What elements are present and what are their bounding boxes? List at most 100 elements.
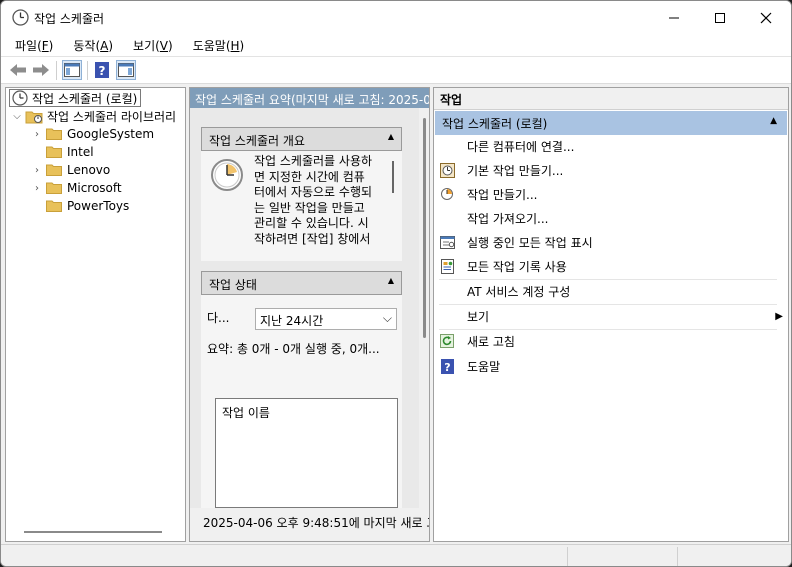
action-label: 모든 작업 기록 사용: [467, 259, 567, 274]
menu-action[interactable]: 동작(A): [67, 37, 119, 54]
toolbar-separator: [87, 61, 88, 80]
status-section-header[interactable]: 작업 상태 ▲: [201, 271, 402, 295]
actions-group-header[interactable]: 작업 스케줄러 (로컬) ▲: [435, 111, 787, 135]
last-refresh-text: 2025-04-06 오후 9:48:51에 마지막 새로 고침: [203, 516, 429, 530]
history-icon: [439, 258, 455, 274]
summary-content: 작업 스케줄러 개요 ▲ 작업 스케줄러를 사용하면 지정한 시간에 컴퓨터에서…: [190, 108, 419, 520]
tree-item-library[interactable]: ⌵ 작업 스케줄러 라이브러리: [11, 107, 176, 125]
close-icon: [760, 12, 772, 23]
summary-pane: 작업 스케줄러 요약(마지막 새로 고침: 2025-04-06 오후 9:48…: [189, 87, 430, 542]
refresh-icon: [439, 333, 455, 349]
help-button[interactable]: ?: [92, 60, 112, 80]
tree-item-label: GoogleSystem: [67, 127, 155, 141]
show-hide-action-pane-button[interactable]: [116, 60, 136, 80]
task-status-list[interactable]: 작업 이름: [215, 398, 398, 508]
scrollbar-thumb[interactable]: [423, 118, 426, 338]
action-import-task[interactable]: 작업 가져오기...: [439, 207, 777, 229]
folder-icon: [46, 182, 62, 194]
toolbar: ?: [1, 56, 791, 84]
period-select[interactable]: 지난 24시간 ⌵: [255, 308, 397, 330]
chevron-right-icon[interactable]: ›: [31, 165, 43, 176]
status-filter-label: 다...: [207, 311, 230, 325]
collapse-icon[interactable]: ▲: [388, 132, 394, 141]
column-header-task-name[interactable]: 작업 이름: [222, 406, 270, 420]
period-select-value: 지난 24시간: [260, 314, 324, 328]
svg-text:?: ?: [99, 64, 106, 78]
status-summary: 요약: 총 0개 - 0개 실행 중, 0개...: [207, 342, 380, 356]
overview-section-header[interactable]: 작업 스케줄러 개요 ▲: [201, 127, 402, 151]
status-section-body: 다... 지난 24시간 ⌵ 요약: 총 0개 - 0개 실행 중, 0개...…: [201, 295, 402, 520]
svg-text:?: ?: [444, 361, 450, 374]
window-title: 작업 스케줄러: [34, 12, 105, 26]
help-icon: ?: [95, 62, 109, 78]
status-bar: [1, 544, 791, 566]
create-task-icon: [439, 186, 455, 202]
chevron-right-icon[interactable]: ›: [31, 129, 43, 140]
folder-icon: [46, 164, 62, 176]
maximize-button[interactable]: [697, 1, 743, 34]
chevron-down-icon: ⌵: [382, 311, 392, 325]
maximize-icon: [715, 12, 725, 23]
action-label: 작업 만들기...: [467, 187, 538, 202]
tree-item-label: Lenovo: [67, 163, 111, 177]
action-connect-computer[interactable]: 다른 컴퓨터에 연결...: [439, 135, 777, 157]
library-folder-icon: [25, 111, 43, 123]
action-label: 실행 중인 모든 작업 표시: [467, 235, 593, 250]
action-help[interactable]: ? 도움말: [439, 355, 777, 377]
tree-item-label: Microsoft: [67, 181, 122, 195]
vertical-scrollbar[interactable]: [419, 108, 429, 520]
submenu-arrow-icon: ▶: [775, 310, 783, 322]
actions-pane: 작업 작업 스케줄러 (로컬) ▲ 다른 컴퓨터에 연결... 기본 작업 만들…: [433, 87, 789, 542]
action-label: 도움말: [467, 359, 501, 374]
action-create-basic-task[interactable]: 기본 작업 만들기...: [439, 159, 777, 181]
collapse-icon[interactable]: ▲: [770, 116, 777, 126]
back-arrow-icon: [10, 64, 26, 76]
back-button[interactable]: [8, 60, 28, 80]
tree-item-folder[interactable]: › Microsoft: [31, 179, 122, 197]
help-icon: ?: [439, 358, 455, 374]
action-label: 다른 컴퓨터에 연결...: [467, 139, 575, 154]
action-pane-icon: [118, 63, 134, 77]
action-create-task[interactable]: 작업 만들기...: [439, 183, 777, 205]
overview-section-body: 작업 스케줄러를 사용하면 지정한 시간에 컴퓨터에서 자동으로 수행되는 일반…: [201, 151, 402, 261]
action-view[interactable]: 보기 ▶: [439, 305, 783, 327]
tree-item-root[interactable]: 작업 스케줄러 (로컬): [9, 89, 142, 107]
menu-view[interactable]: 보기(V): [127, 37, 179, 54]
last-refresh-footer: 2025-04-06 오후 9:48:51에 마지막 새로 고침: [190, 508, 429, 541]
action-label: 보기: [467, 309, 490, 324]
menu-file[interactable]: 파일(F): [9, 37, 59, 54]
scrollbar-thumb[interactable]: [392, 161, 394, 193]
menu-bar: 파일(F) 동작(A) 보기(V) 도움말(H): [1, 34, 791, 56]
show-hide-console-tree-button[interactable]: [62, 60, 82, 80]
action-label: AT 서비스 계정 구성: [467, 284, 571, 299]
action-label: 작업 가져오기...: [467, 211, 549, 226]
forward-arrow-icon: [33, 64, 49, 76]
section-title: 작업 상태: [209, 278, 257, 292]
chevron-right-icon[interactable]: ›: [31, 183, 43, 194]
console-tree: 작업 스케줄러 (로컬) ⌵ 작업 스케줄러 라이브러리 › GoogleSys…: [5, 87, 186, 542]
action-refresh[interactable]: 새로 고침: [439, 330, 777, 352]
tree-item-folder[interactable]: Intel: [31, 143, 94, 161]
tree-item-folder[interactable]: › Lenovo: [31, 161, 110, 179]
close-button[interactable]: [743, 1, 789, 34]
action-enable-task-history[interactable]: 모든 작업 기록 사용: [439, 255, 777, 277]
action-show-running-tasks[interactable]: 실행 중인 모든 작업 표시: [439, 231, 777, 253]
minimize-button[interactable]: [651, 1, 697, 34]
folder-icon: [46, 146, 62, 158]
actions-header: 작업: [434, 88, 788, 110]
clock-icon: [12, 9, 29, 26]
menu-help[interactable]: 도움말(H): [187, 37, 251, 54]
folder-icon: [46, 200, 62, 212]
action-label: 새로 고침: [467, 334, 515, 349]
tree-item-label: 작업 스케줄러 라이브러리: [47, 109, 177, 124]
toolbar-separator: [56, 61, 57, 80]
tree-item-folder[interactable]: › GoogleSystem: [31, 125, 154, 143]
horizontal-scrollbar[interactable]: [24, 531, 162, 533]
chevron-down-icon[interactable]: ⌵: [11, 111, 23, 122]
title-bar: 작업 스케줄러: [1, 1, 791, 34]
action-configure-at-service[interactable]: AT 서비스 계정 구성: [439, 280, 777, 302]
forward-button[interactable]: [31, 60, 51, 80]
collapse-icon[interactable]: ▲: [388, 276, 394, 285]
tree-item-folder[interactable]: PowerToys: [31, 197, 129, 215]
clock-icon: [12, 90, 28, 106]
